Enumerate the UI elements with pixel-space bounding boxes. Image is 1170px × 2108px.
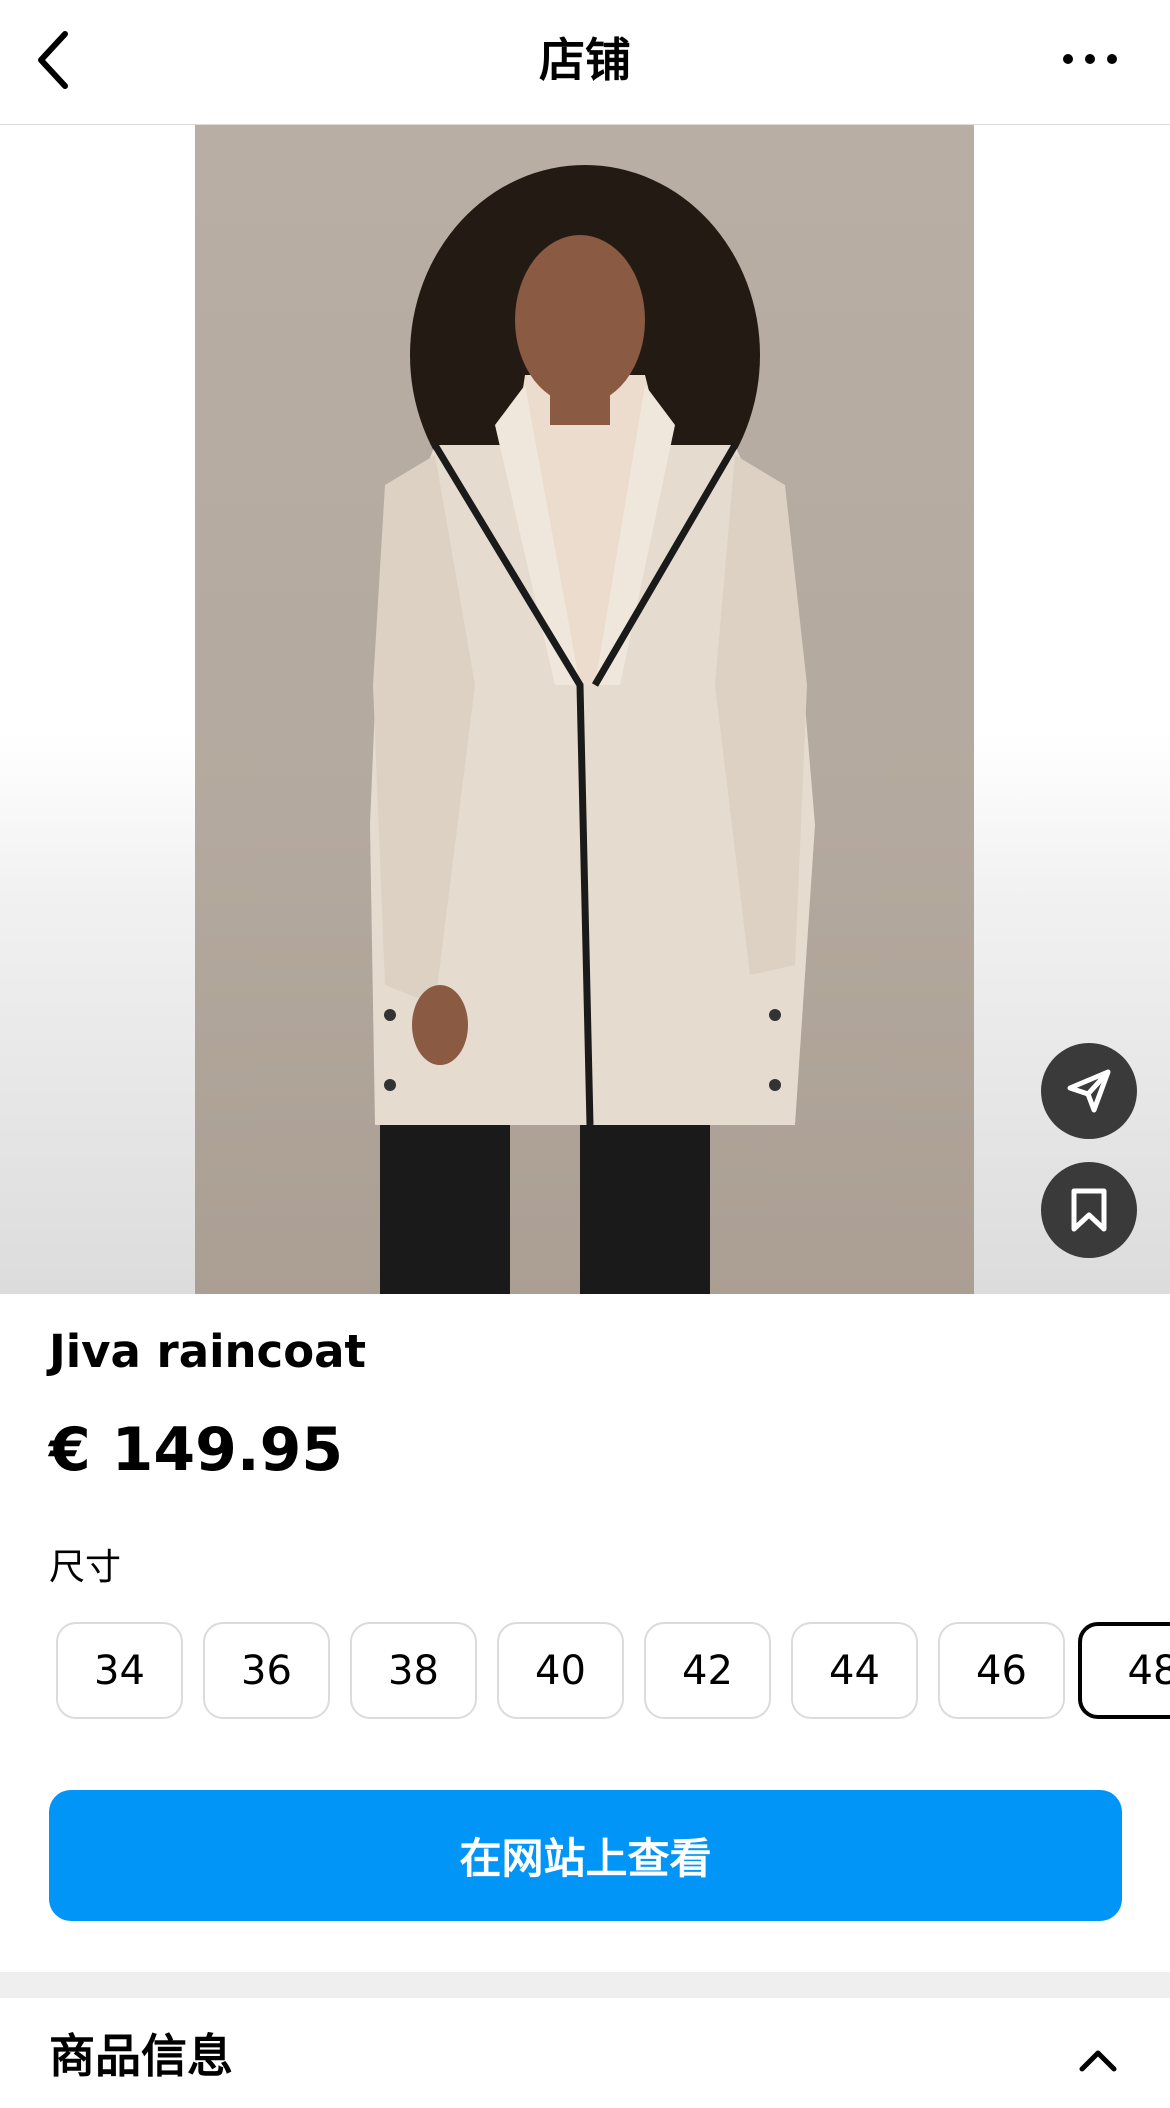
size-option-48-selected[interactable]: 48 bbox=[1078, 1622, 1170, 1719]
product-info-header[interactable]: 商品信息 bbox=[0, 1998, 1170, 2108]
top-navigation-bar: 店铺 bbox=[0, 0, 1170, 125]
model-illustration bbox=[370, 165, 815, 1294]
size-selector: 34 36 38 40 42 44 46 48 bbox=[56, 1622, 1170, 1724]
product-media[interactable] bbox=[0, 125, 1170, 1294]
product-photo[interactable] bbox=[195, 125, 974, 1294]
collapse-toggle-button[interactable] bbox=[1056, 2028, 1140, 2092]
size-option-44[interactable]: 44 bbox=[791, 1622, 918, 1719]
share-button[interactable] bbox=[1041, 1043, 1137, 1139]
size-option-36[interactable]: 36 bbox=[203, 1622, 330, 1719]
page-title: 店铺 bbox=[539, 33, 631, 87]
send-icon bbox=[1067, 1069, 1111, 1113]
chevron-up-icon bbox=[1079, 2050, 1117, 2072]
size-option-34[interactable]: 34 bbox=[56, 1622, 183, 1719]
size-label: 尺寸 bbox=[49, 1547, 122, 1588]
more-options-button[interactable] bbox=[1040, 24, 1140, 94]
size-option-46[interactable]: 46 bbox=[938, 1622, 1065, 1719]
more-horizontal-icon bbox=[1063, 54, 1117, 64]
view-on-website-button[interactable]: 在网站上查看 bbox=[49, 1790, 1122, 1921]
save-button[interactable] bbox=[1041, 1162, 1137, 1258]
product-info-title: 商品信息 bbox=[49, 2029, 233, 2083]
size-option-42[interactable]: 42 bbox=[644, 1622, 771, 1719]
bookmark-icon bbox=[1071, 1188, 1107, 1232]
product-name: Jiva raincoat bbox=[49, 1325, 367, 1378]
size-option-38[interactable]: 38 bbox=[350, 1622, 477, 1719]
section-divider bbox=[0, 1972, 1170, 1998]
product-price: € 149.95 bbox=[49, 1415, 344, 1485]
size-option-40[interactable]: 40 bbox=[497, 1622, 624, 1719]
